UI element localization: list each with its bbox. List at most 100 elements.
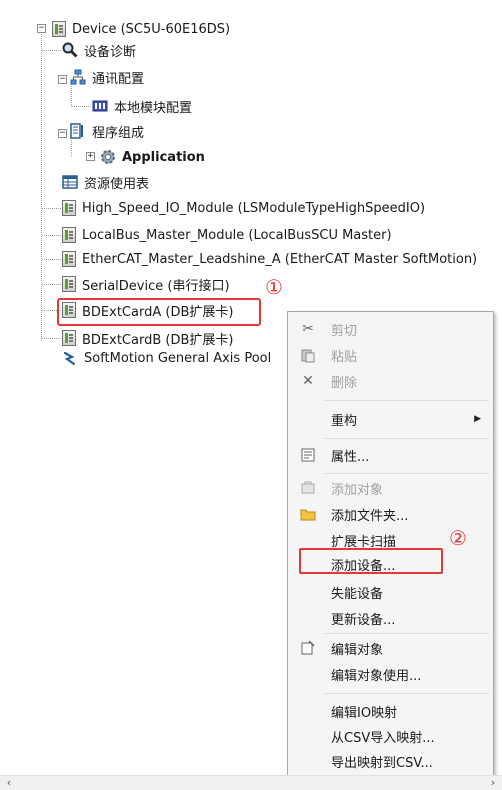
menu-separator: [324, 473, 489, 474]
collapse-toggle[interactable]: −: [58, 75, 67, 84]
scroll-left-icon[interactable]: ‹: [2, 776, 16, 790]
tree-connector: [42, 259, 61, 260]
table-icon: [62, 174, 78, 190]
tree-item-diagnostics[interactable]: 设备诊断: [62, 39, 136, 61]
tree-item-ethercat-master[interactable]: EtherCAT_Master_Leadshine_A (EtherCAT Ma…: [62, 248, 477, 270]
menu-item-label: 编辑对象: [331, 642, 384, 658]
magnifier-icon: [62, 42, 78, 58]
tree-connector: [42, 50, 61, 51]
tree-item-device[interactable]: Device (SC5U-60E16DS): [52, 18, 230, 40]
module-icon: [92, 98, 108, 114]
menu-item-disable-device[interactable]: 失能设备: [288, 579, 493, 605]
tree-item-comm-config[interactable]: 通讯配置: [70, 66, 144, 88]
tree-item-label: Application: [122, 149, 205, 165]
tree-item-serial-device[interactable]: SerialDevice (串行接口): [62, 273, 230, 295]
menu-item-paste[interactable]: 粘贴: [288, 342, 493, 368]
menu-item-label: 更新设备...: [331, 612, 396, 628]
delete-x-icon: ✕: [302, 373, 314, 389]
tree-item-label: BDExtCardB (DB扩展卡): [82, 332, 234, 348]
menu-item-edit-object[interactable]: 编辑对象: [288, 635, 493, 661]
menu-item-update-device[interactable]: 更新设备...: [288, 605, 493, 631]
device-icon: [62, 330, 76, 346]
scissors-icon: ✂: [302, 321, 314, 337]
tree-connector: [42, 235, 61, 236]
menu-item-delete[interactable]: ✕ 删除: [288, 368, 493, 394]
menu-item-properties[interactable]: 属性...: [288, 442, 493, 468]
menu-separator: [324, 693, 489, 694]
tree-item-label: LocalBus_Master_Module (LocalBusSCU Mast…: [82, 227, 392, 243]
device-icon: [62, 276, 76, 292]
tree-item-application[interactable]: Application: [100, 146, 205, 168]
device-icon: [52, 21, 66, 37]
menu-item-label: 添加对象: [331, 482, 384, 498]
collapse-toggle[interactable]: −: [58, 129, 67, 138]
tree-item-high-speed-io[interactable]: High_Speed_IO_Module (LSModuleTypeHighSp…: [62, 197, 425, 219]
menu-item-edit-io-mapping[interactable]: 编辑IO映射: [288, 698, 493, 724]
tree-item-program-group[interactable]: 程序组成: [70, 120, 144, 142]
menu-item-export-mapping-csv[interactable]: 导出映射到CSV...: [288, 748, 493, 774]
device-icon: [62, 200, 76, 216]
tree-connector: [42, 284, 61, 285]
tree-item-label: High_Speed_IO_Module (LSModuleTypeHighSp…: [82, 200, 426, 216]
menu-item-label: 删除: [331, 375, 358, 391]
menu-item-label: 编辑IO映射: [331, 705, 398, 721]
tree-item-label: 通讯配置: [92, 71, 145, 87]
tree-connector: [42, 338, 61, 339]
menu-separator: [324, 633, 489, 634]
menu-item-label: 属性...: [331, 449, 370, 465]
gear-icon: [100, 149, 116, 165]
scroll-right-icon[interactable]: ›: [486, 776, 500, 790]
tree-item-resource-usage[interactable]: 资源使用表: [62, 171, 149, 193]
annotation-marker: ①: [265, 275, 283, 299]
tree-item-label: Device (SC5U-60E16DS): [72, 21, 231, 37]
annotation-highlight-box: [299, 548, 443, 574]
menu-item-label: 从CSV导入映射...: [331, 730, 435, 746]
tree-item-label: 本地模块配置: [114, 100, 193, 116]
tree-item-label: 资源使用表: [84, 176, 150, 192]
menu-item-refactor[interactable]: 重构 ▶: [288, 406, 493, 432]
paste-icon: [300, 347, 316, 363]
menu-item-edit-object-usage[interactable]: 编辑对象使用...: [288, 661, 493, 687]
tree-connector: [72, 106, 91, 107]
add-object-icon: [300, 480, 316, 496]
annotation-highlight-box: [57, 298, 261, 326]
menu-separator: [324, 438, 489, 439]
axis-pool-icon: [62, 350, 78, 366]
folder-icon: [300, 506, 316, 522]
menu-item-label: 编辑对象使用...: [331, 668, 422, 684]
device-icon: [62, 251, 76, 267]
tree-item-label: 程序组成: [92, 125, 145, 141]
tree-connector: [42, 208, 61, 209]
tree-item-local-module-config[interactable]: 本地模块配置: [92, 95, 192, 117]
menu-item-label: 扩展卡扫描: [331, 534, 397, 550]
edit-object-icon: [300, 640, 316, 656]
annotation-marker: ②: [449, 526, 467, 550]
menu-item-import-mapping-csv[interactable]: 从CSV导入映射...: [288, 723, 493, 749]
menu-item-label: 粘贴: [331, 349, 358, 365]
menu-item-add-object[interactable]: 添加对象: [288, 475, 493, 501]
menu-item-label: 重构: [331, 413, 358, 429]
tree-item-localbus-master[interactable]: LocalBus_Master_Module (LocalBusSCU Mast…: [62, 224, 392, 246]
tree-item-bdext-card-b[interactable]: BDExtCardB (DB扩展卡): [62, 327, 233, 349]
tree-item-softmotion-axis-pool[interactable]: SoftMotion General Axis Pool: [62, 347, 271, 369]
collapse-toggle[interactable]: −: [37, 24, 46, 33]
menu-item-cut[interactable]: ✂ 剪切: [288, 316, 493, 342]
tree-item-label: EtherCAT_Master_Leadshine_A (EtherCAT Ma…: [82, 251, 478, 267]
tree-item-label: SoftMotion General Axis Pool: [84, 350, 272, 366]
properties-icon: [300, 447, 316, 463]
tree-item-label: 设备诊断: [84, 44, 137, 60]
network-icon: [70, 69, 86, 85]
device-icon: [62, 227, 76, 243]
menu-item-label: 剪切: [331, 323, 358, 339]
tree-connector: [41, 29, 42, 341]
expand-toggle[interactable]: +: [86, 152, 95, 161]
menu-item-add-folder[interactable]: 添加文件夹...: [288, 501, 493, 527]
horizontal-scrollbar[interactable]: ‹ ›: [0, 775, 502, 790]
menu-item-label: 导出映射到CSV...: [331, 755, 433, 771]
menu-item-label: 添加文件夹...: [331, 508, 409, 524]
tree-item-label: SerialDevice (串行接口): [82, 278, 230, 294]
menu-separator: [324, 400, 489, 401]
menu-item-label: 失能设备: [331, 586, 384, 602]
program-icon: [70, 123, 86, 139]
submenu-arrow-icon: ▶: [474, 414, 481, 424]
